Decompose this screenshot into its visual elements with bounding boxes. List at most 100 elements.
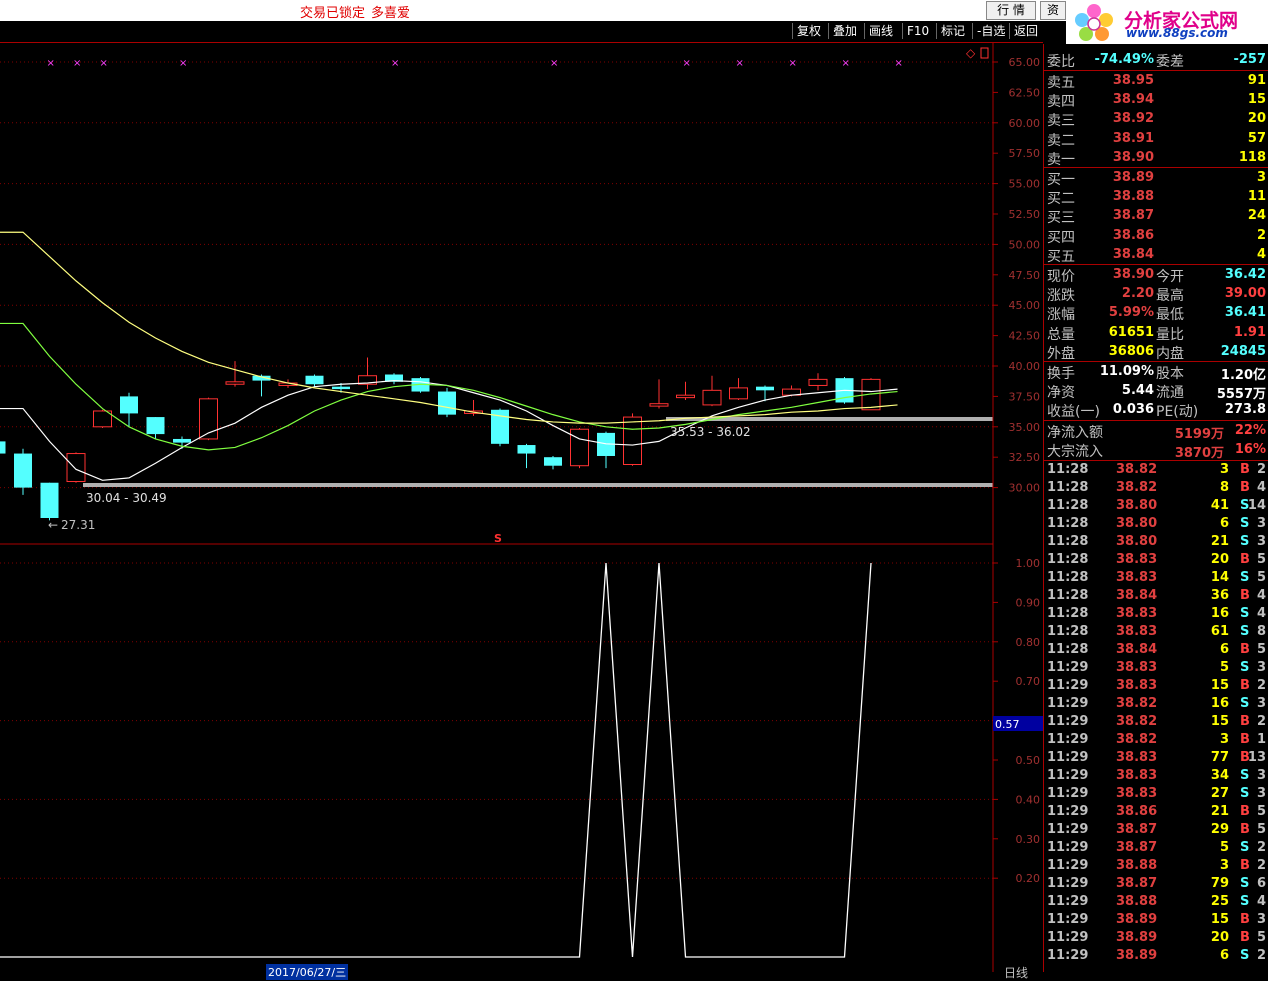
row-value: 38.90 <box>1112 267 1154 282</box>
tick-count: 5 <box>1256 804 1266 819</box>
row-value-2: 22% <box>1234 423 1266 438</box>
row-value-2: 16% <box>1234 442 1266 458</box>
price-tick-label: 50.00 <box>1009 238 1041 251</box>
row-label-2: 今开 <box>1156 269 1184 285</box>
toolbar-f10-button[interactable]: F10 <box>902 23 933 39</box>
toolbar-mark-button[interactable]: 标记 <box>936 23 969 39</box>
tick-volume: 3 <box>1219 462 1229 477</box>
tick-side: S <box>1240 876 1250 891</box>
indicator-current-value: 0.57 <box>995 718 1020 731</box>
low-arrow-icon: ← <box>48 518 58 532</box>
period-label[interactable]: 日线 <box>1004 964 1028 981</box>
price-tick-label: 52.50 <box>1009 208 1041 221</box>
tick-side: S <box>1240 696 1250 711</box>
price-tick-label: 30.00 <box>1009 482 1041 495</box>
row-label: 买二 <box>1047 191 1075 208</box>
row-label: 外盘 <box>1047 345 1075 362</box>
tick-volume: 5 <box>1219 840 1229 855</box>
tick-row: 11:28 38.83 14 S 5 <box>1044 569 1268 587</box>
tick-count: 6 <box>1256 876 1266 891</box>
tick-time: 11:28 <box>1047 624 1089 639</box>
tick-row: 11:29 38.83 5 S 3 <box>1044 659 1268 677</box>
tick-price: 38.89 <box>1116 948 1158 963</box>
tick-side: S <box>1240 948 1250 963</box>
tick-time: 11:28 <box>1047 588 1089 603</box>
tick-count: 14 <box>1247 498 1266 513</box>
tick-count: 5 <box>1256 930 1266 945</box>
tick-count: 2 <box>1256 678 1266 693</box>
stat-row: 总量 61651 量比 1.91 <box>1044 323 1268 343</box>
candle-body-down <box>40 482 59 518</box>
tick-volume: 6 <box>1219 948 1229 963</box>
row-value: 38.91 <box>1112 130 1154 146</box>
tick-price: 38.84 <box>1116 588 1158 603</box>
row-value: 5199万 <box>1174 427 1224 442</box>
tick-count: 5 <box>1256 642 1266 657</box>
tick-price: 38.82 <box>1116 480 1158 495</box>
tick-price: 38.83 <box>1116 768 1158 783</box>
kline-chart[interactable]: 65.00 62.50 60.00 57.50 55.00 52.50 50.00 47.50… <box>0 42 1043 972</box>
toolbar-back-button[interactable]: 返回 <box>1009 23 1042 39</box>
toolbar-fuquan-button[interactable]: 复权 <box>792 23 825 39</box>
row-value: 5.99% <box>1108 305 1154 321</box>
row-value-2: 1.91 <box>1233 324 1266 340</box>
row-value-2: 15 <box>1247 92 1266 108</box>
tick-time: 11:29 <box>1047 840 1089 855</box>
tick-volume: 15 <box>1210 912 1229 927</box>
window-toggle-icon[interactable] <box>980 47 989 59</box>
tick-time: 11:29 <box>1047 786 1089 801</box>
row-label: 大宗流入 <box>1047 444 1103 461</box>
tick-count: 4 <box>1256 606 1266 621</box>
quote-button[interactable]: 行 情 <box>986 1 1036 20</box>
row-value: 38.84 <box>1112 246 1154 262</box>
signal-x-marker: × <box>895 58 903 69</box>
row-label-2: 量比 <box>1156 326 1184 343</box>
tick-time: 11:29 <box>1047 660 1089 675</box>
tick-volume: 3 <box>1219 858 1229 873</box>
chart-toolbar: 复权 叠加 画线 F10 标记 -自选 返回 <box>0 21 1043 43</box>
row-value: 61651 <box>1108 324 1154 340</box>
toolbar-overlay-button[interactable]: 叠加 <box>828 23 861 39</box>
row-label-2: 股本 <box>1156 366 1184 382</box>
tick-volume: 41 <box>1210 498 1229 513</box>
row-value: 2.20 <box>1121 286 1154 302</box>
tick-count: 2 <box>1256 714 1266 729</box>
toolbar-draw-button[interactable]: 画线 <box>864 23 897 39</box>
indicator-tick-label: 0.50 <box>1016 754 1041 767</box>
row-label: 换手 <box>1047 366 1075 382</box>
tick-volume: 3 <box>1219 732 1229 747</box>
tick-price: 38.89 <box>1116 912 1158 927</box>
row-label: 卖三 <box>1047 113 1075 130</box>
row-label: 净资 <box>1047 385 1075 402</box>
tick-time: 11:28 <box>1047 462 1089 477</box>
row-value-2: 24845 <box>1220 343 1266 359</box>
tick-price: 38.80 <box>1116 516 1158 531</box>
ask-row: 卖三 38.92 20 <box>1044 109 1268 130</box>
tick-volume: 15 <box>1210 678 1229 693</box>
tick-row: 11:29 38.83 77 B 13 <box>1044 749 1268 767</box>
row-label: 净流入额 <box>1047 425 1103 441</box>
tick-volume: 29 <box>1210 822 1229 837</box>
tick-row: 11:28 38.80 21 S 3 <box>1044 533 1268 551</box>
indicator-tick-label: 0.90 <box>1016 596 1041 609</box>
info-button[interactable]: 资 <box>1040 1 1066 20</box>
row-value-2: 36.41 <box>1224 305 1266 321</box>
tick-side: S <box>1240 516 1250 531</box>
tick-volume: 27 <box>1210 786 1229 801</box>
row-value-2: 273.8 <box>1224 402 1266 418</box>
flow-row: 净流入额 5199万 22% <box>1044 421 1268 442</box>
toolbar-favorite-button[interactable]: -自选 <box>972 23 1009 39</box>
fundamental-row: 换手 11.09% 股本 1.20亿 <box>1044 362 1268 383</box>
stat-row: 涨幅 5.99% 最低 36.41 <box>1044 303 1268 323</box>
row-value-2: 3 <box>1256 170 1266 185</box>
tick-count: 4 <box>1256 588 1266 603</box>
tick-count: 8 <box>1256 624 1266 639</box>
tick-side: B <box>1240 930 1250 945</box>
candle-body-up <box>702 389 722 406</box>
diamond-icon[interactable]: ◇ <box>966 46 976 60</box>
panel-divider <box>1044 460 1268 461</box>
tick-price: 38.80 <box>1116 498 1158 513</box>
signal-x-marker: × <box>73 58 81 69</box>
tick-time: 11:28 <box>1047 642 1089 657</box>
stat-row: 涨跌 2.20 最高 39.00 <box>1044 284 1268 304</box>
